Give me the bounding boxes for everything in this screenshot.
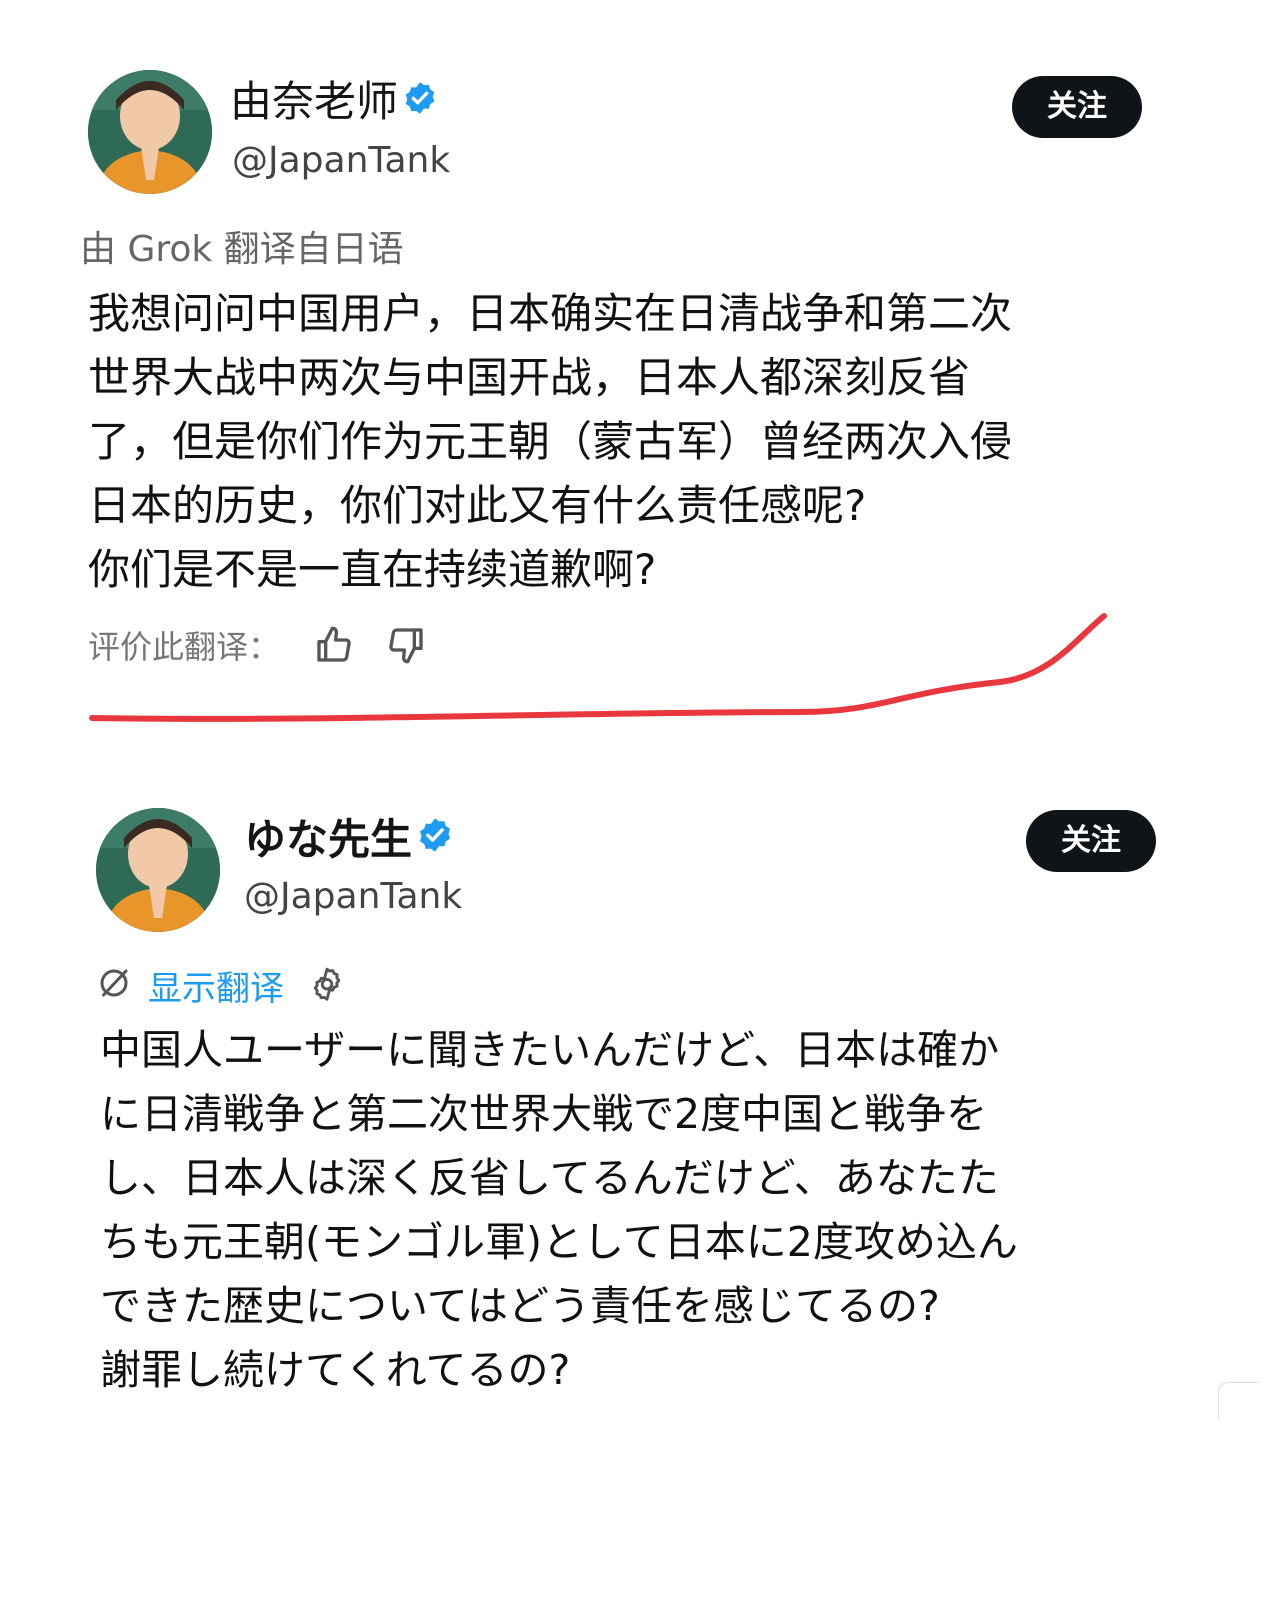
post-body: 中国人ユーザーに聞きたいんだけど、日本は確か に日清戦争と第二次世界大戦で2度中…: [100, 1018, 1018, 1402]
red-underline-annotation: [89, 613, 1107, 722]
follow-button[interactable]: 关注: [1026, 810, 1156, 872]
post-body-line: 你们是不是一直在持续道歉啊?: [88, 545, 657, 594]
verified-badge-icon: [416, 814, 454, 866]
user-handle[interactable]: @JapanTank: [232, 138, 450, 184]
avatar[interactable]: [88, 70, 212, 194]
translated-by-grok-note: 由 Grok 翻译自日语: [80, 229, 404, 270]
display-name[interactable]: 由奈老师: [230, 76, 438, 128]
post-body-line: 日本的历史，你们对此又有什么责任感呢?: [88, 481, 867, 530]
post-body-line: 我想问问中国用户，日本确实在日清战争和第二次: [88, 289, 1013, 338]
display-name-text[interactable]: ゆな先生: [244, 815, 412, 864]
post-body-line: できた歴史についてはどう責任を感じてるの?: [100, 1282, 940, 1330]
show-translation-row: 显示翻译: [96, 960, 346, 1010]
post-body-line: 謝罪し続けてくれてるの?: [100, 1346, 571, 1394]
avatar-image: [96, 808, 220, 932]
post-body-line: 了，但是你们作为元王朝（蒙古军）曾经两次入侵: [88, 417, 1013, 466]
post-header: ゆな先生 @JapanTank 关注: [0, 800, 1280, 950]
user-handle[interactable]: @JapanTank: [244, 874, 462, 920]
display-name[interactable]: ゆな先生: [244, 814, 454, 866]
avatar[interactable]: [96, 808, 220, 932]
partial-ui-fragment: [1218, 1382, 1259, 1419]
post-body-line: 中国人ユーザーに聞きたいんだけど、日本は確か: [100, 1026, 1000, 1074]
post-body-line: し、日本人は深く反省してるんだけど、あなたた: [100, 1154, 999, 1202]
display-name-text[interactable]: 由奈老师: [230, 77, 398, 126]
translate-icon[interactable]: [96, 965, 132, 1005]
post-header: 由奈老师 @JapanTank 关注: [0, 60, 1280, 210]
follow-button[interactable]: 关注: [1012, 76, 1142, 138]
avatar-image: [88, 70, 212, 194]
gear-icon[interactable]: [308, 966, 346, 1004]
verified-badge-icon: [402, 76, 438, 128]
post-body-line: 世界大战中两次与中国开战，日本人都深刻反省: [88, 353, 971, 402]
post-body-line: ちも元王朝(モンゴル軍)として日本に2度攻め込ん: [100, 1218, 1018, 1266]
post-body-line: に日清戦争と第二次世界大戦で2度中国と戦争を: [100, 1090, 988, 1138]
post-body: 我想问问中国用户，日本确实在日清战争和第二次 世界大战中两次与中国开战，日本人都…: [88, 282, 1012, 602]
post-card-original: ゆな先生 @JapanTank 关注 显示翻译 中国人ユーザーに聞きたいんだけど…: [0, 800, 1280, 1440]
show-translation-link[interactable]: 显示翻译: [148, 961, 284, 1010]
